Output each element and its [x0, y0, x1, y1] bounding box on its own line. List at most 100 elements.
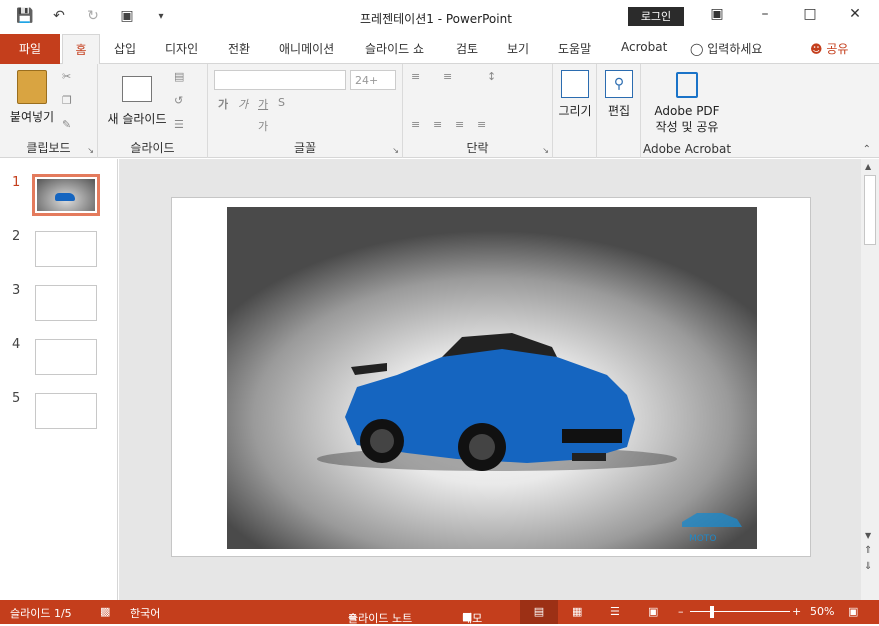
new-slide-icon	[122, 76, 152, 102]
thumbnail-car-image	[37, 179, 95, 211]
next-slide-icon[interactable]: ⇓	[864, 561, 872, 572]
normal-view-icon[interactable]: ▤	[520, 600, 558, 624]
zoom-in-icon[interactable]: +	[792, 605, 801, 618]
editing-label: 편집	[607, 104, 631, 118]
group-acrobat: Adobe PDF 작성 및 공유 Adobe Acrobat	[641, 64, 733, 158]
zoom-slider[interactable]	[690, 611, 790, 612]
shadow-button[interactable]: S	[278, 96, 285, 109]
minimize-icon[interactable]: –	[750, 6, 780, 22]
maximize-icon[interactable]: □	[795, 6, 825, 22]
scroll-thumb[interactable]	[864, 175, 876, 245]
language[interactable]: 한국어	[130, 605, 160, 621]
slideshow-view-icon[interactable]: ▣	[648, 605, 658, 618]
redo-icon[interactable]: ↻	[82, 8, 104, 24]
tab-design[interactable]: 디자인	[165, 40, 198, 57]
chevron-down-icon[interactable]: ▾	[150, 11, 172, 22]
bold-button[interactable]: 가	[218, 96, 228, 112]
tell-me-label: 입력하세요	[707, 42, 763, 56]
copy-icon[interactable]: ❐	[62, 94, 72, 107]
car-silhouette	[55, 193, 75, 201]
paste-button[interactable]: 붙여넣기	[6, 70, 58, 125]
scroll-up-icon[interactable]: ▲	[865, 162, 871, 171]
tab-animations[interactable]: 애니메이션	[279, 40, 334, 57]
car-spoiler	[351, 363, 387, 375]
thumbnail-number: 5	[12, 391, 21, 406]
section-icon[interactable]: ☰	[174, 118, 184, 131]
line-spacing-icon[interactable]: ↕	[487, 70, 496, 83]
zoom-out-icon[interactable]: –	[678, 605, 684, 618]
close-icon[interactable]: ✕	[840, 6, 870, 22]
slide-sorter-icon[interactable]: ▦	[572, 605, 582, 618]
start-presentation-icon[interactable]: ▣	[116, 8, 138, 24]
new-slide-label: 새 슬라이드	[107, 112, 167, 126]
car-illustration: MOTO	[317, 333, 742, 544]
underline-button[interactable]: 가	[258, 96, 268, 112]
thumbnail-slide-2[interactable]	[35, 231, 97, 267]
slide-count: 슬라이드 1/5	[10, 607, 72, 620]
tab-home[interactable]: 홈	[62, 34, 100, 65]
thumbnail-slide-1[interactable]	[32, 174, 100, 216]
quick-access-toolbar: 💾 ↶ ↻ ▣ ▾	[14, 8, 172, 24]
collapse-ribbon-icon[interactable]: ⌃	[863, 144, 871, 155]
zoom-slider-thumb[interactable]	[710, 606, 714, 618]
ribbon-display-options-icon[interactable]: ▣	[702, 6, 732, 22]
share-button[interactable]: ☻ 공유	[810, 40, 848, 57]
thumbnail-number: 1	[12, 175, 21, 190]
editing-button[interactable]: ⚲ 편집	[601, 70, 637, 119]
reset-icon[interactable]: ↺	[174, 94, 183, 107]
create-pdf-button[interactable]: Adobe PDF 작성 및 공유	[645, 72, 729, 135]
font-name-box[interactable]	[214, 70, 346, 90]
tab-view[interactable]: 보기	[507, 40, 529, 57]
pdf-share-icon	[676, 72, 698, 98]
thumbnail-number: 4	[12, 337, 21, 352]
tab-acrobat[interactable]: Acrobat	[621, 40, 667, 54]
align-left-icon[interactable]: ≡	[411, 118, 420, 131]
previous-slide-icon[interactable]: ⇑	[864, 545, 872, 556]
group-paragraph: ≡ ≡ ↕ ≡ ≡ ≡ ≡ 단락 ↘	[403, 64, 553, 158]
drawing-button[interactable]: 그리기	[557, 70, 593, 119]
justify-icon[interactable]: ≡	[477, 118, 486, 131]
floppy-disk-icon[interactable]: 💾	[14, 8, 36, 24]
tab-slideshow[interactable]: 슬라이드 쇼	[365, 40, 424, 57]
dialog-launcher-icon[interactable]: ↘	[392, 146, 399, 155]
italic-button[interactable]: 가	[238, 96, 248, 112]
thumbnail-slide-3[interactable]	[35, 285, 97, 321]
search-icon: ⚲	[605, 70, 633, 98]
reading-view-icon[interactable]: ☰	[610, 605, 620, 618]
bullets-icon[interactable]: ≡	[411, 70, 420, 83]
format-painter-icon[interactable]: ✎	[62, 118, 71, 131]
clipboard-icon	[17, 70, 47, 104]
thumbnail-slide-4[interactable]	[35, 339, 97, 375]
tab-review[interactable]: 검토	[456, 40, 478, 57]
font-size-box[interactable]: 24+	[350, 70, 396, 90]
tell-me-search[interactable]: ◯ 입력하세요	[690, 40, 762, 57]
dialog-launcher-icon[interactable]: ↘	[542, 146, 549, 155]
fit-to-window-icon[interactable]: ▣	[848, 605, 858, 618]
scroll-down-icon[interactable]: ▼	[865, 531, 871, 540]
tab-insert[interactable]: 삽입	[114, 40, 136, 57]
ribbon-home: 붙여넣기 ✂ ❐ ✎ 클립보드 ↘ 새 슬라이드 ▤ ↺ ☰ 슬라이드 24+ …	[0, 64, 879, 158]
align-center-icon[interactable]: ≡	[433, 118, 442, 131]
font-color-button[interactable]: 가	[258, 118, 268, 134]
undo-icon[interactable]: ↶	[48, 8, 70, 24]
thumbnail-number: 3	[12, 283, 21, 298]
new-slide-button[interactable]: 새 슬라이드	[104, 70, 170, 127]
tab-transitions[interactable]: 전환	[228, 40, 250, 57]
tab-file[interactable]: 파일	[0, 34, 60, 64]
car-photo[interactable]: MOTO	[227, 207, 757, 549]
current-slide[interactable]: MOTO	[171, 197, 811, 557]
thumbnail-number: 2	[12, 229, 21, 244]
zoom-level[interactable]: 50%	[810, 605, 834, 618]
car-hub-front	[469, 434, 495, 460]
dialog-launcher-icon[interactable]: ↘	[87, 146, 94, 155]
thumbnail-slide-5[interactable]	[35, 393, 97, 429]
spellcheck-icon[interactable]: ▩	[100, 605, 110, 618]
layout-icon[interactable]: ▤	[174, 70, 184, 83]
login-button[interactable]: 로그인	[628, 7, 684, 26]
slide-thumbnail-pane: 1 2 3 4 5	[0, 159, 118, 600]
cut-icon[interactable]: ✂	[62, 70, 71, 83]
tab-help[interactable]: 도움말	[558, 40, 591, 57]
vertical-scrollbar[interactable]: ▲ ▼ ⇑ ⇓	[861, 159, 879, 600]
align-right-icon[interactable]: ≡	[455, 118, 464, 131]
numbering-icon[interactable]: ≡	[443, 70, 452, 83]
